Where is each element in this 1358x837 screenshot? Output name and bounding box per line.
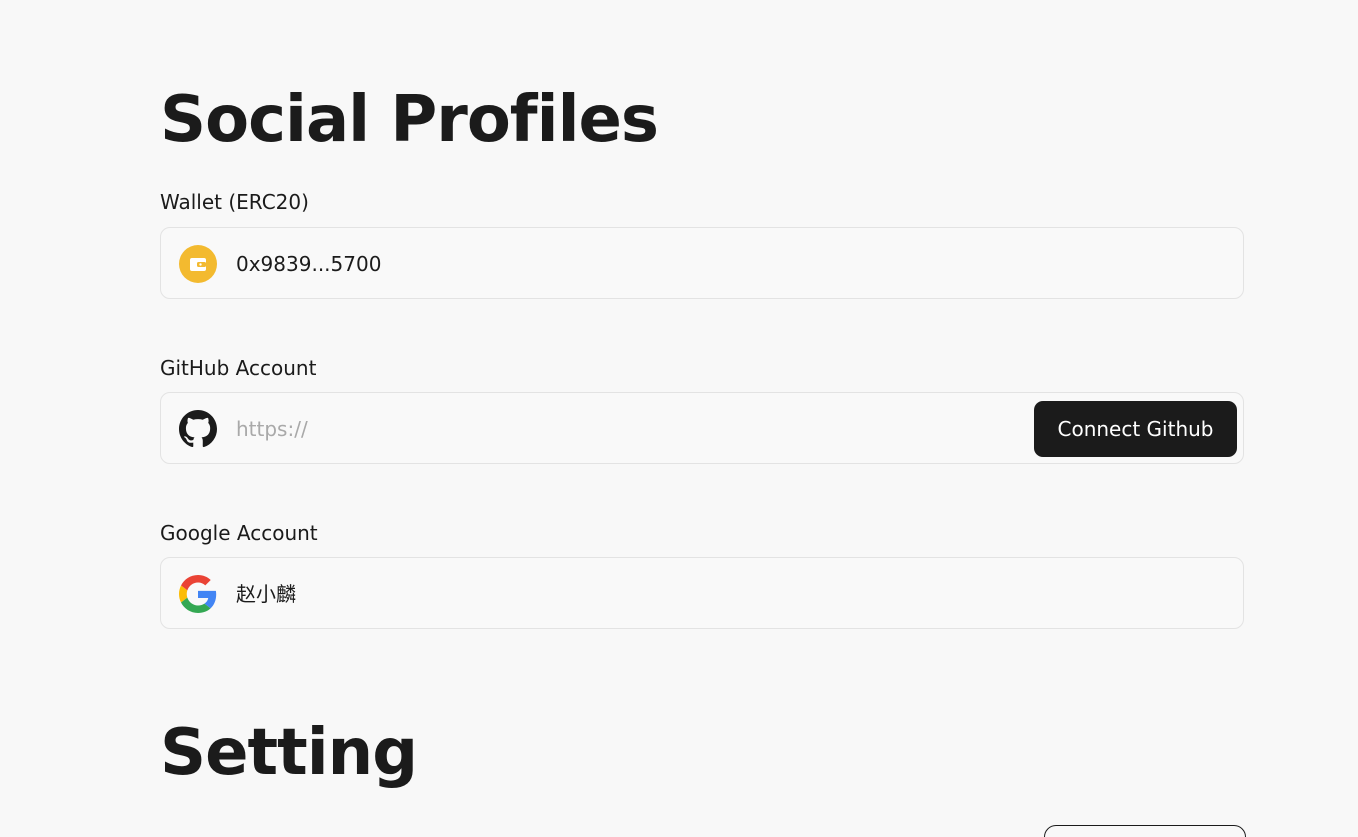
github-label: GitHub Account	[160, 356, 317, 380]
social-profiles-title: Social Profiles	[160, 83, 659, 157]
github-url-input[interactable]	[236, 411, 996, 447]
github-field: Connect Github	[160, 392, 1244, 464]
google-icon	[179, 575, 217, 613]
wallet-icon	[179, 245, 217, 283]
github-icon	[179, 410, 217, 448]
google-account-name: 赵小麟	[236, 582, 296, 606]
setting-action-button[interactable]	[1044, 825, 1246, 837]
page: Social Profiles Wallet (ERC20) 0x9839...…	[0, 0, 1358, 837]
wallet-field: 0x9839...5700	[160, 227, 1244, 299]
google-field: 赵小麟	[160, 557, 1244, 629]
google-label: Google Account	[160, 521, 318, 545]
wallet-address: 0x9839...5700	[236, 252, 382, 276]
wallet-label: Wallet (ERC20)	[160, 190, 309, 214]
connect-github-button[interactable]: Connect Github	[1034, 401, 1237, 457]
setting-title: Setting	[160, 716, 418, 790]
